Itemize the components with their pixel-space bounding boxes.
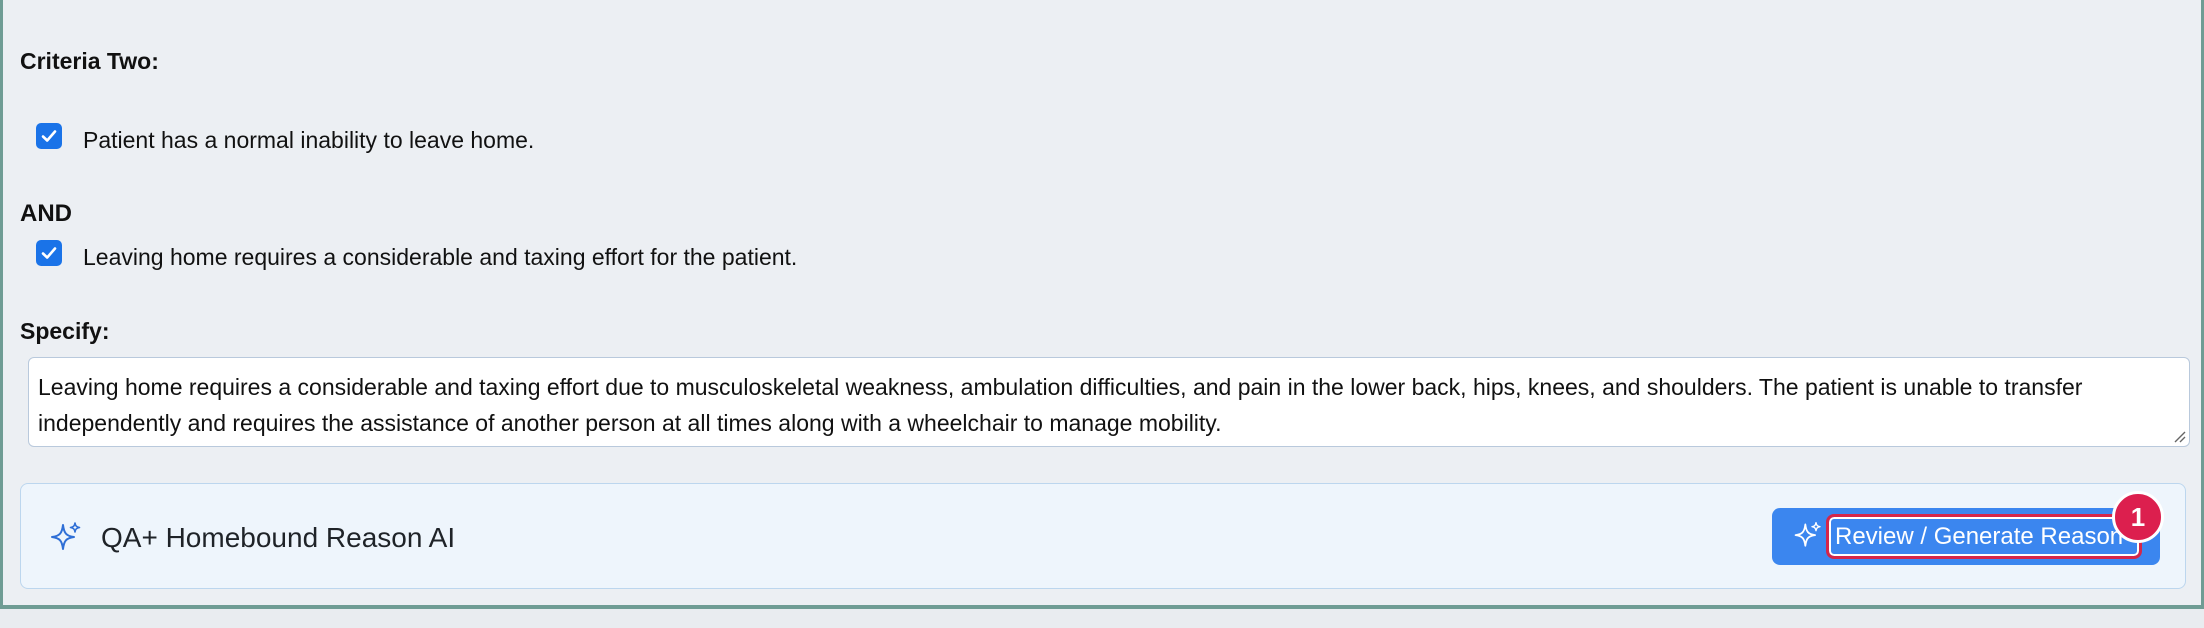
and-connector: AND bbox=[20, 200, 72, 227]
specify-text: Leaving home requires a considerable and… bbox=[38, 374, 2083, 436]
focus-highlight-ring bbox=[1826, 514, 2142, 559]
specify-label: Specify: bbox=[20, 318, 110, 344]
checkbox-label: Leaving home requires a considerable and… bbox=[83, 244, 798, 270]
criteria-checkbox-row-2[interactable]: Leaving home requires a considerable and… bbox=[36, 239, 797, 270]
criteria-checkbox-row-1[interactable]: Patient has a normal inability to leave … bbox=[36, 122, 534, 153]
sparkle-icon bbox=[51, 522, 81, 550]
resize-handle-icon[interactable] bbox=[2172, 429, 2186, 443]
frame-border-left bbox=[0, 0, 3, 628]
criteria-two-heading: Criteria Two: bbox=[20, 48, 159, 74]
checkbox-checked[interactable] bbox=[36, 239, 62, 266]
checkmark-icon bbox=[41, 129, 57, 142]
bottom-strip bbox=[0, 609, 2204, 628]
specify-textarea[interactable]: Leaving home requires a considerable and… bbox=[28, 357, 2190, 447]
ai-panel-title: QA+ Homebound Reason AI bbox=[101, 522, 456, 553]
checkbox-label: Patient has a normal inability to leave … bbox=[83, 127, 535, 153]
checkbox-checked[interactable] bbox=[36, 122, 62, 149]
sparkle-icon bbox=[1794, 521, 1821, 547]
step-badge: 1 bbox=[2112, 491, 2164, 543]
checkmark-icon bbox=[41, 246, 57, 259]
